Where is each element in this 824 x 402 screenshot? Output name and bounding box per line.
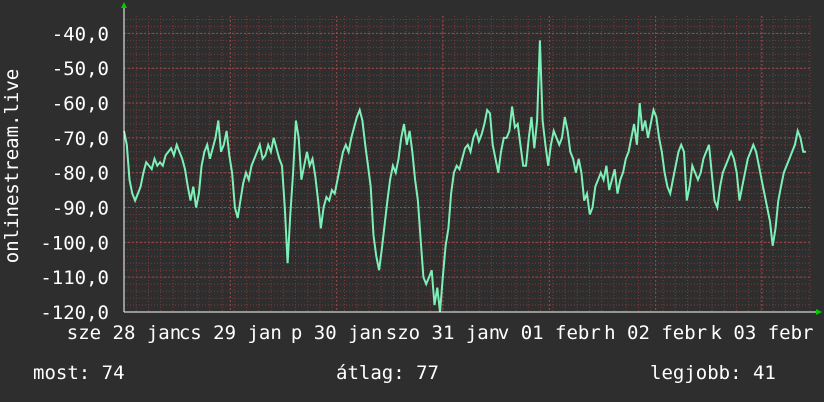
x-tick-label: p 30 jan [291,322,383,344]
current-value: 74 [101,362,125,384]
y-tick-label: -40,0 [52,23,109,45]
best-value: 41 [752,362,776,384]
average-label: átlag: [336,362,405,384]
y-tick-label: -60,0 [52,93,109,115]
y-axis-labels: -40,0 -50,0 -60,0 -70,0 -80,0 -90,0 -100,0 -110… [40,23,109,324]
current-stat: most: 74 [33,362,125,384]
x-tick-label: szo 31 jan [386,322,500,344]
current-label: most: [33,362,91,384]
x-tick-label: v 01 febr [498,322,601,344]
y-tick-label: -70,0 [52,128,109,150]
grid [123,16,811,313]
chart: -40,0 -50,0 -60,0 -70,0 -80,0 -90,0 -100,0 -110… [1,2,822,344]
average-stat: átlag: 77 [336,362,439,384]
x-axis-labels: sze 28 jancs 29 jan p 30 jan szo 31 janv 0… [67,322,814,344]
y-axis-title: onlinestream.live [1,69,23,263]
y-tick-label: -90,0 [52,198,109,220]
best-label: legjobb: [650,362,742,384]
x-tick-label: h 02 febr [604,322,707,344]
x-tick-label: sze 28 jan [67,322,181,344]
x-axis-arrow-icon [816,309,822,315]
average-value: 77 [416,362,439,384]
y-tick-label: -120,0 [40,302,109,324]
x-tick-label: cs 29 jan [179,322,282,344]
y-tick-label: -50,0 [52,58,109,80]
series-line-onlinestream [123,40,806,313]
x-tick-label: k 03 febr [711,322,814,344]
best-stat: legjobb: 41 [650,362,776,384]
y-axis-arrow-icon [121,2,127,8]
y-tick-label: -100,0 [40,232,109,254]
y-tick-label: -110,0 [40,267,109,289]
y-tick-label: -80,0 [52,163,109,185]
